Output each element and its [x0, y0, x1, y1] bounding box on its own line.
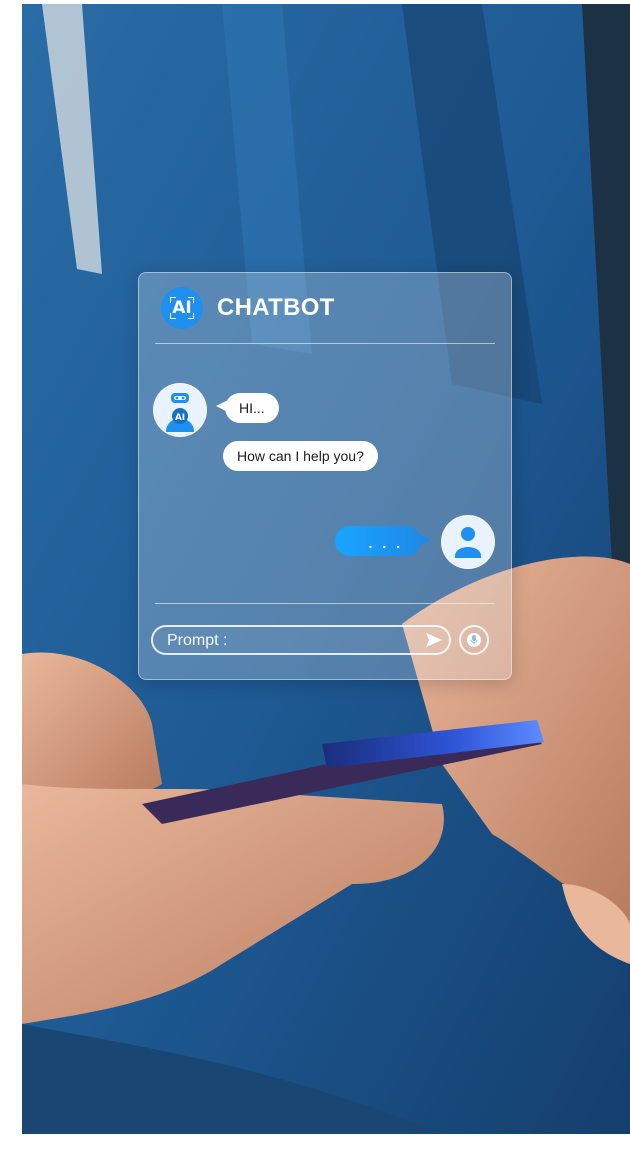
- header-divider: [155, 343, 495, 344]
- prompt-field[interactable]: [151, 625, 451, 655]
- microphone-button[interactable]: [459, 625, 489, 655]
- user-icon: [441, 515, 495, 569]
- ai-logo-icon: AI: [161, 287, 203, 329]
- chatbot-panel: AI CHATBOT AI HI... How can I help you? …: [138, 272, 512, 680]
- user-message-typing: . . .: [335, 526, 431, 556]
- bot-message-greeting: HI...: [216, 393, 279, 423]
- footer-divider: [155, 603, 495, 604]
- typing-dots: . . .: [368, 535, 403, 551]
- chatbot-title: CHATBOT: [217, 294, 335, 321]
- prompt-input[interactable]: [165, 628, 419, 654]
- send-icon[interactable]: [425, 632, 443, 648]
- bot-avatar-label: AI: [175, 413, 185, 423]
- microphone-icon: [467, 633, 481, 647]
- bot-message-help: How can I help you?: [223, 441, 378, 471]
- robot-icon: AI: [153, 383, 207, 437]
- chatbot-header: AI CHATBOT: [161, 287, 335, 329]
